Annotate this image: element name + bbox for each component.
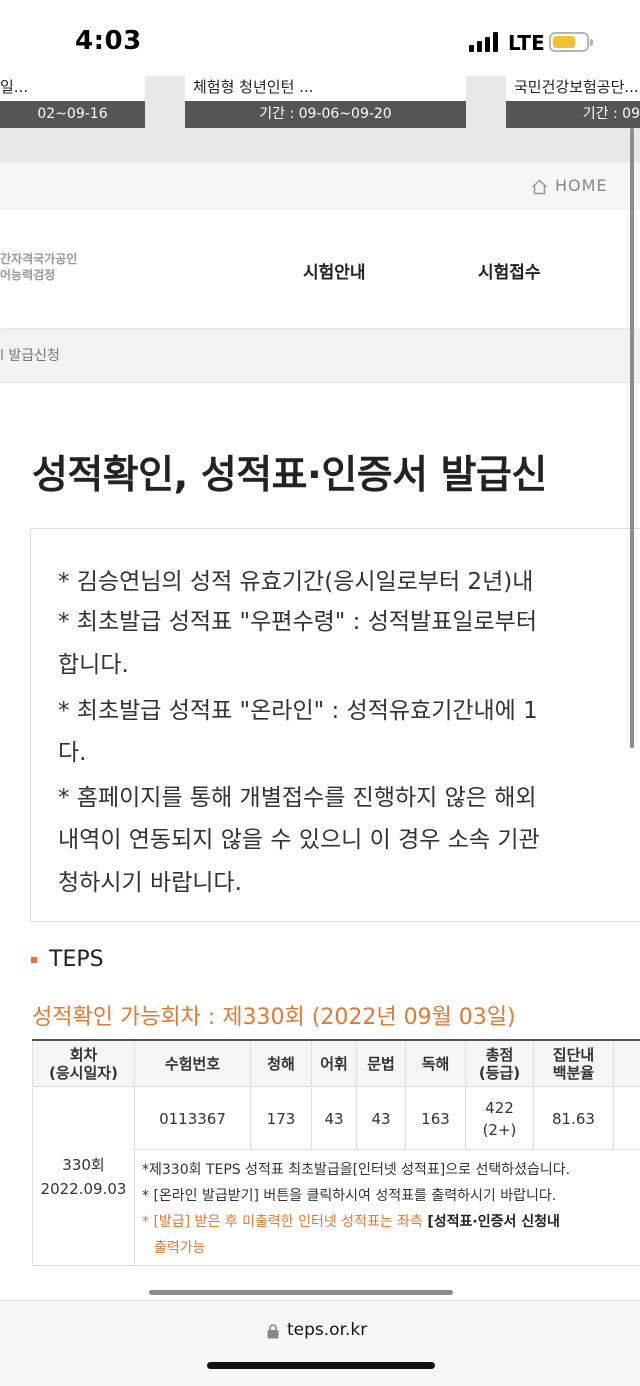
th-round: 회차 (응시일자) (32, 1041, 135, 1087)
td-exam-no: 0113367 (135, 1088, 251, 1150)
page-title: 성적확인, 성적표·인증서 발급신 (32, 453, 547, 498)
status-time: 4:03 (75, 26, 142, 56)
td-listening: 173 (251, 1088, 312, 1150)
th-percentile: 집단내 백분율 (534, 1041, 614, 1087)
th-grammar: 문법 (357, 1041, 406, 1087)
home-link[interactable]: HOME (555, 176, 608, 195)
td-percentile: 81.63 (534, 1088, 614, 1150)
vertical-scrollbar[interactable] (630, 128, 634, 748)
notice-line: * 최초발급 성적표 "온라인" : 성적유효기간내에 1 (58, 698, 538, 724)
notice-line: * 홈페이지를 통해 개별접수를 진행하지 않은 해외 (58, 785, 537, 811)
lock-icon (267, 1324, 279, 1339)
section-title: TEPS (49, 947, 104, 972)
banner-title: 일... (0, 78, 29, 96)
td-grammar: 43 (357, 1088, 406, 1150)
browser-address-bar[interactable] (0, 1300, 640, 1386)
available-round: 성적확인 가능회차 : 제330회 (2022년 09월 03일) (32, 1005, 516, 1030)
notice-line: 합니다. (58, 652, 129, 678)
cell-signal-icon (469, 32, 503, 52)
home-indicator[interactable] (207, 1362, 435, 1369)
banner-period: 기간 : 09-06~09-20 (185, 101, 466, 128)
banner-period: 기간 : 09 (506, 101, 640, 128)
network-type: LTE (508, 31, 545, 55)
banner-title: 국민건강보험공단... (514, 78, 639, 96)
th-total: 총점 (등급) (466, 1041, 534, 1087)
section-bullet-icon (31, 957, 37, 963)
td-total: 422 (2+) (466, 1088, 534, 1150)
horizontal-scrollbar[interactable] (149, 1290, 453, 1295)
td-round: 330회 2022.09.03 (32, 1088, 135, 1266)
note-line: * [발급] 받은 후 미출력한 인터넷 성적표는 좌측 [성적표·인증서 신청… (142, 1214, 560, 1230)
notice-line: 내역이 연동되지 않을 수 있으니 이 경우 소속 기관 (58, 827, 540, 853)
note-line: *제330회 TEPS 성적표 최초발급을[인터넷 성적표]으로 선택하셨습니다… (142, 1162, 571, 1178)
th-vocab: 어휘 (312, 1041, 357, 1087)
breadcrumb-bar (0, 330, 640, 383)
note-line: 출력가능 (154, 1240, 206, 1256)
home-icon (531, 179, 548, 195)
site-logo[interactable]: 간자격국가공인 (0, 250, 77, 267)
breadcrumb: l 발급신청 (0, 348, 60, 364)
td-reading: 163 (406, 1088, 466, 1150)
th-reading: 독해 (406, 1041, 466, 1087)
notice-line: * 김승연님의 성적 유효기간(응시일로부터 2년)내 (58, 569, 534, 595)
battery-icon (549, 32, 593, 52)
td-vocab: 43 (312, 1088, 357, 1150)
notice-line: * 최초발급 성적표 "우편수령" : 성적발표일로부터 (58, 609, 538, 635)
nav-item-exam-info[interactable]: 시험안내 (303, 258, 366, 283)
td-more (614, 1088, 640, 1150)
notice-line: 청하시기 바랍니다. (58, 870, 242, 896)
th-exam-no: 수험번호 (135, 1041, 251, 1087)
th-more (614, 1041, 640, 1087)
site-logo-sub: 어능력검정 (0, 268, 56, 282)
th-listening: 청해 (251, 1041, 312, 1087)
banner-title: 체험형 청년인턴 ... (193, 78, 314, 96)
banner-period: 02~09-16 (0, 101, 145, 128)
notice-line: 다. (58, 740, 87, 766)
nav-item-exam-apply[interactable]: 시험접수 (478, 258, 541, 283)
note-line: * [온라인 발급받기] 버튼을 클릭하시여 성적표를 출력하시기 바랍니다. (142, 1188, 557, 1204)
url-text[interactable]: teps.or.kr (287, 1320, 367, 1340)
